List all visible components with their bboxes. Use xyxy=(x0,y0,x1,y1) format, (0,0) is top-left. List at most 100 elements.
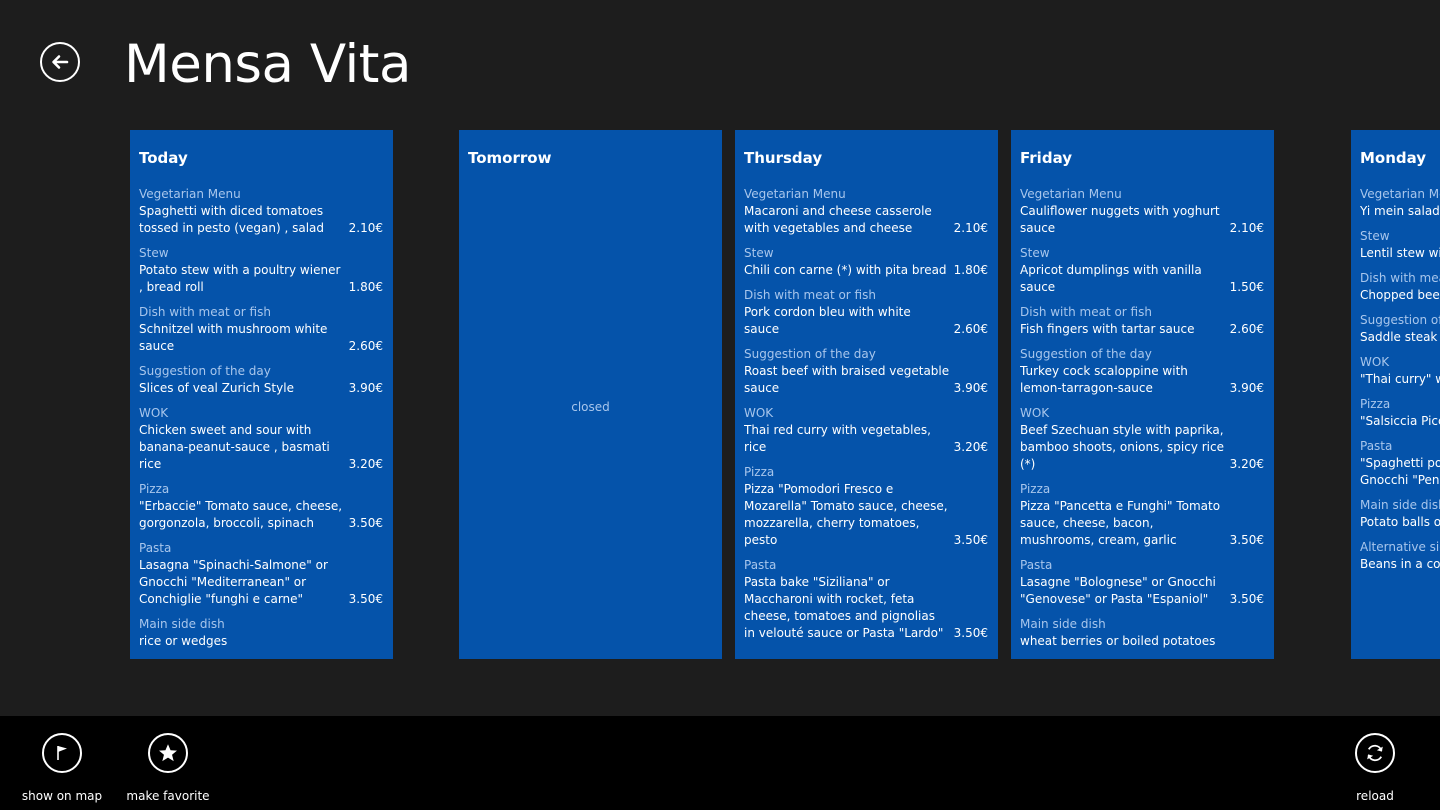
menu-category: Dish with meat or fish xyxy=(1020,305,1152,319)
dish-price: 3.50€ xyxy=(348,592,383,606)
menu-item: wheat berries or boiled potatoes xyxy=(1020,633,1264,648)
dish-name: Cauliflower nuggets with yoghurt sauce xyxy=(1020,204,1220,235)
menu-category: Suggestion of the day xyxy=(1020,347,1152,361)
dish-price: 2.60€ xyxy=(348,339,383,353)
app-bar: show on map make favorite reload xyxy=(0,716,1440,810)
day-title: Thursday xyxy=(744,149,823,167)
menu-category: Main side dish xyxy=(1360,498,1440,512)
dish-name: Potato balls or xyxy=(1360,515,1440,529)
dish-name: Pork cordon bleu with white sauce xyxy=(744,305,911,336)
dish-name: Roast beef with braised vegetable sauce xyxy=(744,364,950,395)
dish-price: 1.80€ xyxy=(953,263,988,277)
menu-category: Pasta xyxy=(1020,558,1053,572)
menu-item: "Erbaccie" Tomato sauce, cheese, gorgonz… xyxy=(139,498,383,532)
dish-name: Macaroni and cheese casserole with veget… xyxy=(744,204,932,235)
menu-item: "Thai curry" with a smooth peanut xyxy=(1360,371,1440,388)
menu-category: Dish with meat or fish xyxy=(139,305,271,319)
menu-category: Alternative side dish xyxy=(1360,540,1440,554)
dish-name: "Erbaccie" Tomato sauce, cheese, gorgonz… xyxy=(139,499,343,530)
menu-category: WOK xyxy=(139,406,169,420)
tile-content: Thursday Vegetarian Menu Macaroni and chee… xyxy=(744,145,988,648)
dish-price: 2.10€ xyxy=(348,221,383,235)
refresh-icon xyxy=(1367,744,1383,762)
menu-category: Vegetarian Menu xyxy=(1020,187,1122,201)
menu-item: Yi mein salad xyxy=(1360,203,1440,220)
menu-category: Pasta xyxy=(744,558,777,572)
menu-category: Vegetarian Menu xyxy=(744,187,846,201)
flag-icon xyxy=(57,746,67,760)
dish-name: Chicken sweet and sour with banana-peanu… xyxy=(139,423,330,471)
menu-item: Slices of veal Zurich Style 3.90€ xyxy=(139,380,383,397)
page-title: Mensa Vita xyxy=(124,34,411,95)
dish-name: Yi mein salad xyxy=(1360,204,1440,218)
make-favorite-label: make favorite xyxy=(126,789,210,803)
tile-content: Tomorrow xyxy=(468,145,712,648)
dish-price: 2.60€ xyxy=(1229,322,1264,336)
reload-button[interactable]: reload xyxy=(1325,733,1425,804)
menu-item: Roast beef with braised vegetable sauce 3… xyxy=(744,363,988,397)
dish-price: 2.10€ xyxy=(1229,221,1264,235)
day-tile-friday[interactable]: Friday Vegetarian Menu Cauliflower nuggets… xyxy=(1011,130,1274,659)
make-favorite-button[interactable]: make favorite xyxy=(118,733,218,804)
dish-name: Beef Szechuan style with paprika, bamboo… xyxy=(1020,423,1224,471)
day-tile-monday[interactable]: Monday Vegetarian Menu Yi mein salad Stew Le… xyxy=(1351,130,1440,659)
dish-name: Chili con carne (*) with pita bread xyxy=(744,263,947,277)
dish-price: 3.90€ xyxy=(1229,381,1264,395)
reload-label: reload xyxy=(1356,789,1394,803)
menu-category: Main side dish xyxy=(139,617,225,631)
menu-item: Schnitzel with mushroom white sauce 2.60€ xyxy=(139,321,383,355)
dish-name: Thai red curry with vegetables, rice xyxy=(744,423,931,454)
menu-category: Pizza xyxy=(139,482,170,496)
menu-category: Stew xyxy=(744,246,774,260)
dish-price: 3.20€ xyxy=(953,440,988,454)
day-tile-today[interactable]: Today Vegetarian Menu Spaghetti with diced… xyxy=(130,130,393,659)
show-on-map-button[interactable]: show on map xyxy=(12,733,112,804)
menu-category: Pasta xyxy=(1360,439,1393,453)
menu-item: Spaghetti with diced tomatoes tossed in … xyxy=(139,203,383,237)
menu-item: Potato stew with a poultry wiener , brea… xyxy=(139,262,383,296)
dish-name: Fish fingers with tartar sauce xyxy=(1020,322,1195,336)
back-button[interactable] xyxy=(40,42,80,82)
day-tile-tomorrow[interactable]: Tomorrow closed xyxy=(459,130,722,659)
day-tiles: Today Vegetarian Menu Spaghetti with diced… xyxy=(0,130,1440,659)
dish-price: 3.20€ xyxy=(1229,457,1264,471)
dish-name: Pasta bake "Siziliana" or Maccharoni wit… xyxy=(744,575,944,640)
star-icon xyxy=(159,744,177,762)
dish-name: Slices of veal Zurich Style xyxy=(139,381,294,395)
day-title: Monday xyxy=(1360,149,1427,167)
day-title: Today xyxy=(139,149,188,167)
tile-content: Monday Vegetarian Menu Yi mein salad Stew Le… xyxy=(1360,145,1440,648)
menu-item: Lasagna "Spinachi-Salmone" or Gnocchi "M… xyxy=(139,557,383,608)
dish-price: 1.50€ xyxy=(1229,280,1264,294)
menu-item: rice or wedges xyxy=(139,633,383,648)
menu-item: Fish fingers with tartar sauce 2.60€ xyxy=(1020,321,1264,338)
dish-name: Lasagna "Spinachi-Salmone" or Gnocchi "M… xyxy=(139,558,328,606)
day-title: Friday xyxy=(1020,149,1073,167)
menu-item: Potato balls or xyxy=(1360,514,1440,531)
menu-item: Thai red curry with vegetables, rice 3.20… xyxy=(744,422,988,456)
dish-price: 2.10€ xyxy=(953,221,988,235)
dish-name: Lentil stew with xyxy=(1360,246,1440,260)
dish-name: "Thai curry" with a smooth peanut xyxy=(1360,372,1440,386)
menu-category: Pasta xyxy=(139,541,172,555)
dish-name: Spaghetti with diced tomatoes tossed in … xyxy=(139,204,325,235)
dish-name: Saddle steak with xyxy=(1360,330,1440,344)
make-favorite-circle xyxy=(148,733,188,773)
menu-item: Pizza "Pancetta e Funghi" Tomato sauce, … xyxy=(1020,498,1264,549)
closed-label: closed xyxy=(571,400,610,414)
menu-category: Suggestion of the day xyxy=(139,364,271,378)
menu-item: Beans in a cold xyxy=(1360,556,1440,573)
menu-category: Stew xyxy=(139,246,169,260)
dish-name: Lasagne "Bolognese" or Gnocchi "Genovese… xyxy=(1020,575,1216,606)
tile-content: Today Vegetarian Menu Spaghetti with diced… xyxy=(139,145,383,648)
menu-item: Chopped beef xyxy=(1360,287,1440,304)
day-tile-thursday[interactable]: Thursday Vegetarian Menu Macaroni and chee… xyxy=(735,130,998,659)
dish-name: "Salsiccia Piccante" cheese, peperoni xyxy=(1360,414,1440,428)
menu-category: Pizza xyxy=(1020,482,1051,496)
dish-name: Potato stew with a poultry wiener , brea… xyxy=(139,263,341,294)
menu-item: Lasagne "Bolognese" or Gnocchi "Genovese… xyxy=(1020,574,1264,608)
dish-name: Beans in a cold xyxy=(1360,557,1440,571)
menu-item: Apricot dumplings with vanilla sauce 1.50… xyxy=(1020,262,1264,296)
tile-content: Friday Vegetarian Menu Cauliflower nuggets… xyxy=(1020,145,1264,648)
show-on-map-label: show on map xyxy=(21,789,103,803)
